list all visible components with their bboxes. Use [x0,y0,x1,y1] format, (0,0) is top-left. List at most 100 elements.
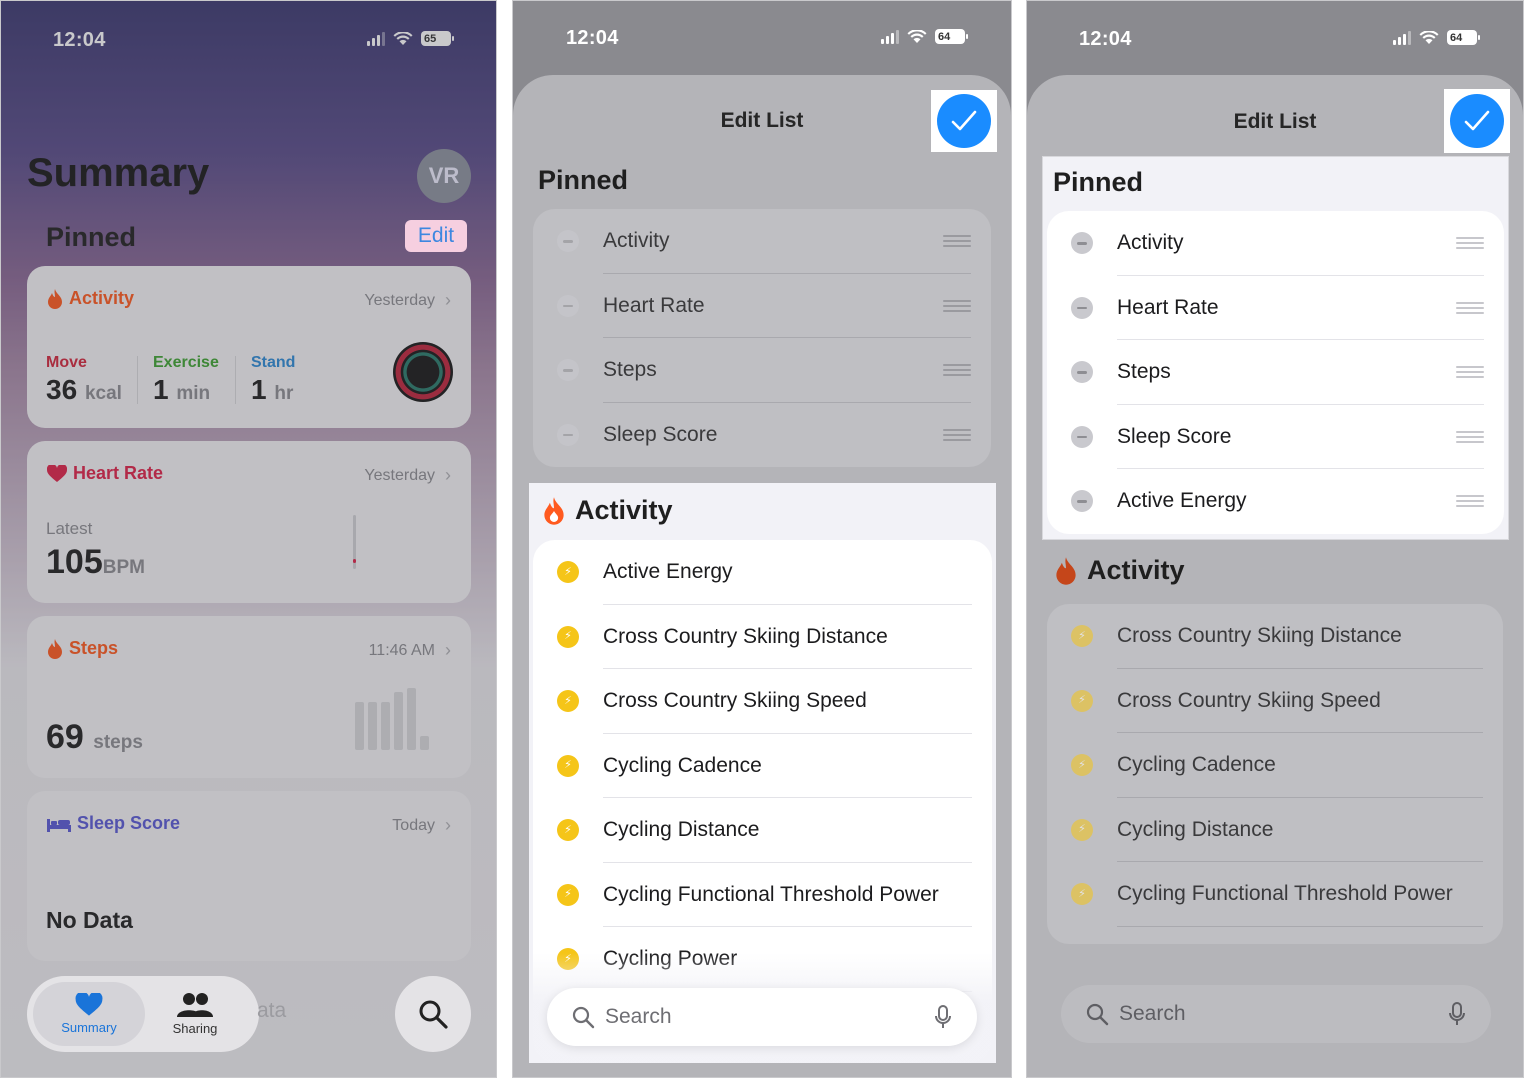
heart-rate-marker [353,559,356,563]
pinned-section-title: Pinned [1053,167,1144,197]
heart-rate-card[interactable]: Heart Rate Yesterday › Latest 105BPM [27,441,471,603]
microphone-icon[interactable] [935,1005,951,1029]
steps-value: 69 steps [46,718,143,756]
pinned-row[interactable]: Heart Rate [533,274,991,338]
wifi-icon [907,29,927,43]
heart-rate-value: 105BPM [46,543,145,581]
search-field[interactable]: Search [1061,985,1491,1043]
divider [235,356,236,404]
remove-circle-icon[interactable] [557,423,579,446]
drag-handle-icon[interactable] [943,235,971,248]
activity-row[interactable]: Cycling Functional Threshold Power [1047,862,1503,927]
activity-row[interactable]: Cycling Functional Threshold Power [533,863,992,927]
activity-row-label: Cycling Distance [1117,817,1274,841]
add-circle-icon[interactable] [1071,625,1093,648]
activity-row[interactable]: Cycling Cadence [533,734,992,798]
steps-card[interactable]: Steps 11:46 AM › 69 steps [27,616,471,778]
drag-handle-icon[interactable] [1456,495,1484,508]
drag-handle-icon[interactable] [1456,430,1484,443]
search-icon [1086,1003,1109,1026]
pinned-row[interactable]: Heart Rate [1047,276,1504,340]
activity-row[interactable]: Cycling Distance [533,798,992,863]
activity-row[interactable]: Cycling Cadence [1047,733,1503,798]
avatar[interactable]: VR [417,149,471,203]
add-circle-icon[interactable] [1071,883,1093,906]
search-button[interactable] [395,976,471,1052]
pinned-row[interactable]: Sleep Score [1047,405,1504,469]
add-circle-icon[interactable] [557,625,579,648]
drag-handle-icon[interactable] [1456,301,1484,314]
flame-icon [48,288,62,309]
activity-row[interactable]: Cross Country Skiing Distance [533,605,992,669]
remove-circle-icon[interactable] [1071,425,1093,448]
add-circle-icon[interactable] [557,561,579,584]
done-button[interactable] [937,94,991,148]
tab-summary[interactable]: Summary [33,982,145,1046]
microphone-icon[interactable] [1449,1002,1465,1026]
chevron-right-icon: › [445,815,451,835]
add-circle-icon[interactable] [557,754,579,777]
activity-row[interactable]: Active Energy [533,540,992,605]
page-title: Summary [27,151,210,195]
behind-tab-text: ata [257,999,287,1022]
move-metric: Move 36 kcal [46,354,122,405]
pinned-row[interactable]: Activity [533,209,991,274]
cellular-signal-icon [881,29,899,44]
heart-latest-label: Latest [46,519,93,538]
pinned-row[interactable]: Steps [533,338,991,403]
done-button[interactable] [1450,94,1504,148]
remove-circle-icon[interactable] [557,230,579,253]
flame-icon [48,638,62,659]
pinned-row[interactable]: Activity [1047,211,1504,276]
wifi-icon [393,31,413,45]
remove-circle-icon[interactable] [1071,232,1093,255]
activity-card[interactable]: Activity Yesterday › Move 36 kcal Exercis… [27,266,471,428]
drag-handle-icon[interactable] [943,299,971,312]
pinned-row[interactable]: Steps [1047,340,1504,405]
add-circle-icon[interactable] [557,819,579,842]
activity-row[interactable]: Cycling Power [1047,927,1503,945]
drag-handle-icon[interactable] [1456,366,1484,379]
activity-row[interactable]: Cross Country Skiing Speed [1047,669,1503,733]
remove-circle-icon[interactable] [1071,296,1093,319]
people-icon [177,993,213,1017]
battery-level: 64 [938,30,951,43]
summary-screen: 12:04 65 Summary VR Pinned Edit Activity… [0,0,497,1078]
pinned-row[interactable]: Sleep Score [533,403,991,468]
remove-circle-icon[interactable] [557,359,579,382]
tab-sharing[interactable]: Sharing [139,982,251,1046]
search-icon [419,1000,448,1029]
remove-circle-icon[interactable] [557,294,579,317]
drag-handle-icon[interactable] [1456,237,1484,250]
checkmark-icon [1464,110,1490,131]
edit-button[interactable]: Edit [405,220,467,252]
search-field[interactable]: Search [547,988,977,1046]
add-circle-icon[interactable] [1071,689,1093,712]
activity-row-label: Cycling Cadence [603,753,762,777]
activity-card-title: Activity [69,288,135,308]
steps-mini-chart [355,688,429,750]
add-circle-icon[interactable] [1071,818,1093,841]
add-circle-icon[interactable] [557,883,579,906]
activity-row[interactable]: Cross Country Skiing Distance [1047,604,1503,669]
remove-circle-icon[interactable] [1071,490,1093,513]
add-circle-icon[interactable] [1071,754,1093,777]
drag-handle-icon[interactable] [943,428,971,441]
sleep-score-card-time: Today › [392,815,451,835]
pinned-row-label: Steps [1117,360,1171,384]
status-time: 12:04 [1079,28,1132,50]
tab-summary-label: Summary [61,1020,117,1035]
sleep-score-card[interactable]: Sleep Score Today › No Data [27,791,471,961]
exercise-metric: Exercise 1 min [153,354,219,405]
search-placeholder: Search [605,1005,672,1028]
cellular-signal-icon [367,31,385,46]
battery-level: 64 [1450,31,1463,44]
activity-row[interactable]: Cycling Distance [1047,798,1503,862]
remove-circle-icon[interactable] [1071,361,1093,384]
activity-row-label: Cycling Distance [603,818,760,842]
pinned-row[interactable]: Active Energy [1047,469,1504,534]
activity-row[interactable]: Cross Country Skiing Speed [533,669,992,734]
drag-handle-icon[interactable] [943,364,971,377]
status-icons: 64 [1393,30,1480,45]
add-circle-icon[interactable] [557,690,579,713]
